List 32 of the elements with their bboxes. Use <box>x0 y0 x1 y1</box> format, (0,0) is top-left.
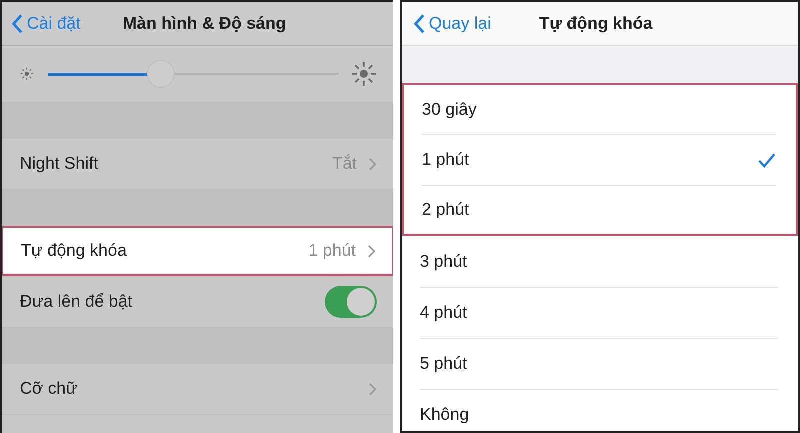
toggle-switch[interactable] <box>325 286 377 318</box>
chevron-icon <box>369 382 377 396</box>
option-row[interactable]: 1 phút <box>402 134 798 185</box>
row-label: Đưa lên để bật <box>20 291 134 314</box>
back-chevron-icon <box>414 14 425 34</box>
row-label: Cỡ chữ <box>20 378 78 400</box>
screen-title: Màn hình & Độ sáng <box>122 12 286 35</box>
option-label: 4 phút <box>420 302 468 324</box>
settings-row[interactable]: Đưa lên để bật <box>2 277 393 327</box>
sun-icon <box>351 61 377 87</box>
chevron-icon <box>369 158 377 170</box>
screen-title: Tự động khóa <box>539 12 653 35</box>
back-chevron-icon <box>12 14 23 34</box>
option-label: 3 phút <box>420 250 468 273</box>
back-button[interactable]: Quay lại <box>414 10 492 36</box>
option-label: 2 phút <box>422 199 470 222</box>
option-label: 5 phút <box>420 353 468 376</box>
chevron-icon <box>368 244 376 258</box>
brightness-slider[interactable] <box>48 59 339 89</box>
row-value: Tắt <box>332 153 357 176</box>
row-value: 1 phút <box>308 240 356 262</box>
option-label: 1 phút <box>422 149 470 172</box>
settings-row[interactable]: Night Shift Tắt <box>2 139 393 189</box>
settings-row[interactable]: Tự động khóa 1 phút <box>2 226 393 276</box>
small-sun-icon <box>18 65 36 83</box>
option-label: 30 giây <box>422 98 478 121</box>
settings-row[interactable]: Cỡ chữ <box>2 364 393 414</box>
option-row[interactable]: 2 phút <box>402 185 798 236</box>
option-label: Không <box>420 404 470 426</box>
row-label: Night Shift <box>20 153 100 176</box>
row-label: Tự động khóa <box>21 240 128 262</box>
option-row[interactable]: 30 giây <box>402 83 798 134</box>
